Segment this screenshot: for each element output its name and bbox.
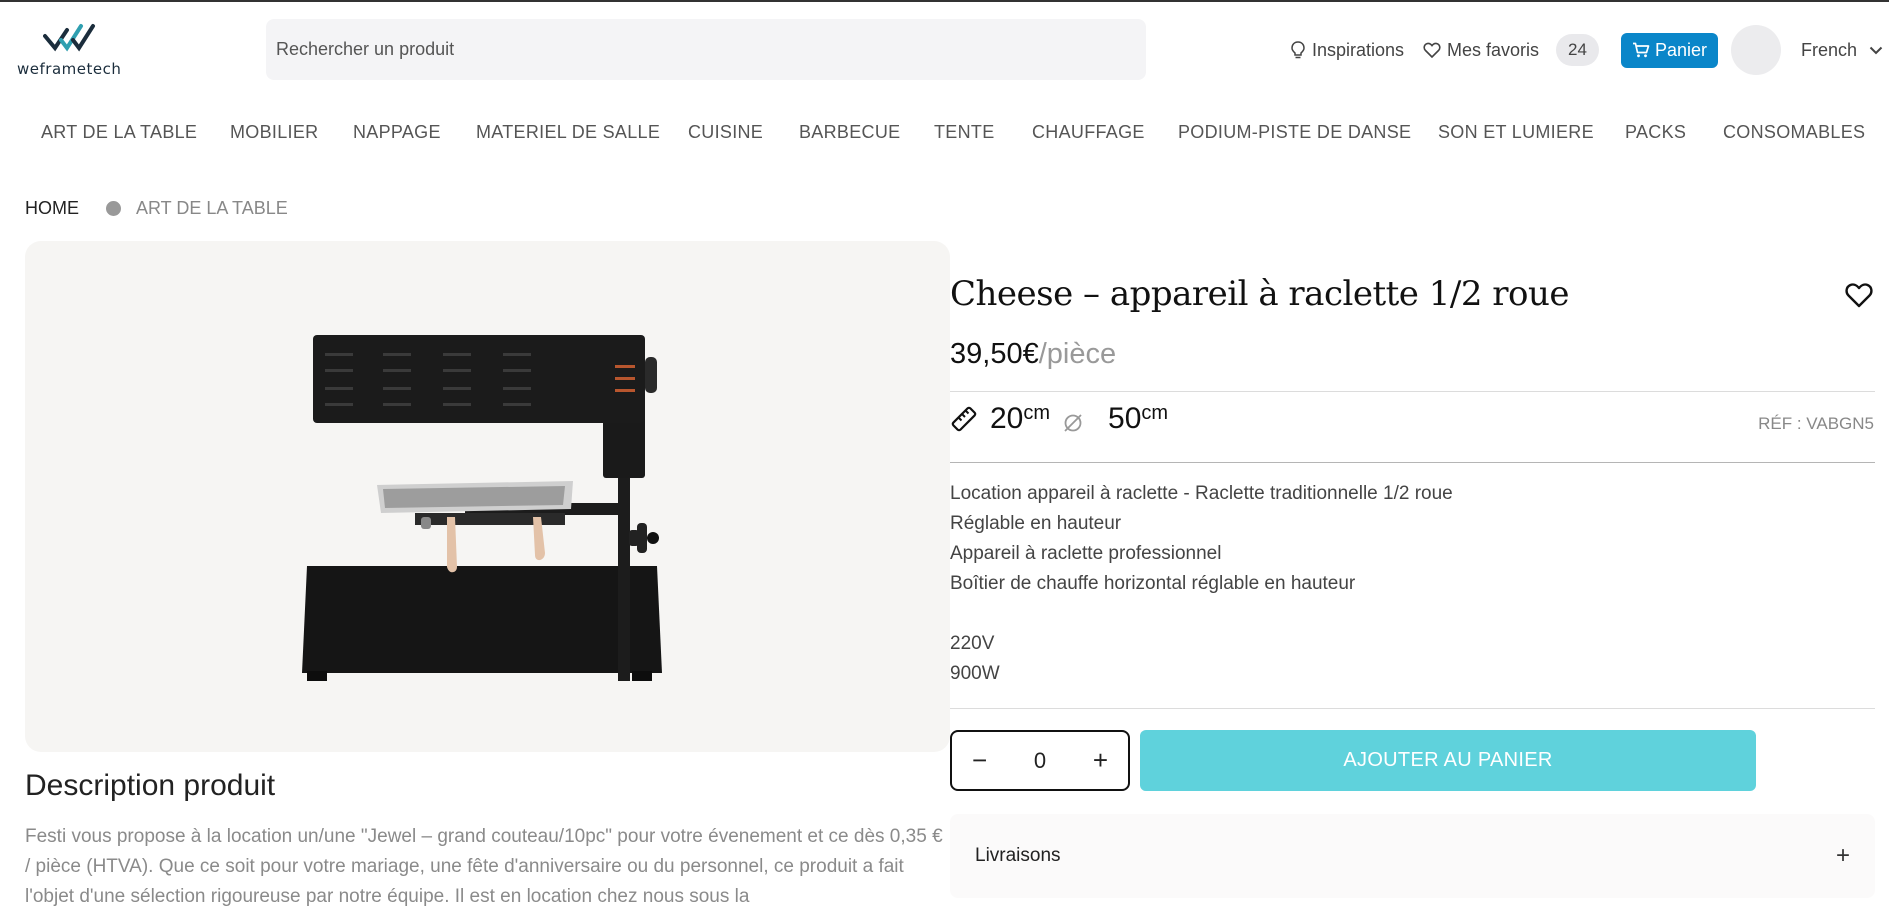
cart-label: Panier <box>1655 39 1708 60</box>
heart-icon <box>1423 42 1441 58</box>
favorites-label: Mes favoris <box>1447 39 1540 60</box>
spec-voltage: 220V <box>950 633 995 654</box>
description-body: Festi vous propose à la location un/une … <box>25 826 943 907</box>
feature-line: Appareil à raclette professionnel <box>950 543 1222 564</box>
inspirations-link[interactable]: Inspirations <box>1290 32 1404 68</box>
breadcrumb-home[interactable]: HOME <box>25 198 79 219</box>
ruler-icon <box>951 406 977 432</box>
logo-text: weframetech <box>17 60 122 78</box>
divider <box>950 391 1875 392</box>
category-tente[interactable]: TENTE <box>934 122 995 143</box>
description-title: Description produit <box>25 769 276 802</box>
avatar[interactable] <box>1731 25 1781 75</box>
expand-icon: + <box>1835 842 1850 869</box>
add-to-cart-button[interactable]: AJOUTER AU PANIER <box>1140 730 1756 791</box>
quantity-value[interactable]: 0 <box>1034 748 1046 774</box>
category-packs[interactable]: PACKS <box>1625 122 1686 143</box>
add-to-favorites-button[interactable] <box>1845 282 1873 313</box>
diameter-icon <box>1064 414 1082 432</box>
search-input[interactable] <box>276 39 1146 60</box>
lightbulb-icon <box>1291 41 1305 59</box>
breadcrumb: HOME ART DE LA TABLE <box>25 198 288 219</box>
breadcrumb-separator <box>106 201 121 216</box>
product-price: 39,50€/pièce <box>950 338 1116 371</box>
increase-quantity-button[interactable]: + <box>1093 745 1108 776</box>
language-label: French <box>1801 39 1858 60</box>
site-header: weframetech Inspirations Mes favoris 24 <box>0 2 1889 97</box>
category-son-et-lumiere[interactable]: SON ET LUMIERE <box>1438 122 1594 143</box>
product-title: Cheese – appareil à raclette 1/2 roue <box>950 274 1570 314</box>
feature-line: Réglable en hauteur <box>950 513 1122 534</box>
product-dimensions: 20 cm 50 cm <box>950 402 1168 436</box>
length-value: 20 <box>990 402 1024 435</box>
category-art-de-la-table[interactable]: ART DE LA TABLE <box>41 122 197 143</box>
diameter-value: 50 <box>1108 402 1142 435</box>
raclette-machine-image <box>302 335 662 681</box>
cart-button[interactable]: Panier <box>1621 32 1719 68</box>
category-nappage[interactable]: NAPPAGE <box>353 122 441 143</box>
price-amount: 39,50€ <box>950 338 1039 370</box>
category-chauffage[interactable]: CHAUFFAGE <box>1032 122 1145 143</box>
inspirations-label: Inspirations <box>1312 39 1405 60</box>
decrease-quantity-button[interactable]: − <box>972 745 987 776</box>
logo[interactable]: weframetech <box>17 22 127 80</box>
spec-power: 900W <box>950 663 1000 684</box>
chevron-down-icon <box>1869 46 1883 54</box>
favorites-link[interactable]: Mes favoris <box>1423 32 1539 68</box>
quantity-stepper: − 0 + <box>950 730 1130 791</box>
breadcrumb-current[interactable]: ART DE LA TABLE <box>136 198 288 219</box>
category-cuisine[interactable]: CUISINE <box>688 122 763 143</box>
divider <box>950 462 1875 463</box>
favorites-count-badge: 24 <box>1556 34 1599 66</box>
feature-line: Boîtier de chauffe horizontal réglable e… <box>950 573 1356 594</box>
heart-icon <box>1845 283 1873 308</box>
feature-line: Location appareil à raclette - Raclette … <box>950 483 1453 504</box>
diameter-unit: cm <box>1141 401 1169 424</box>
cart-icon <box>1633 42 1650 58</box>
category-nav: ART DE LA TABLE MOBILIER NAPPAGE MATERIE… <box>0 122 1889 150</box>
category-barbecue[interactable]: BARBECUE <box>799 122 900 143</box>
category-materiel-de-salle[interactable]: MATERIEL DE SALLE <box>476 122 660 143</box>
length-unit: cm <box>1023 401 1051 424</box>
price-unit: /pièce <box>1038 338 1117 370</box>
accordion-livraisons[interactable]: Livraisons + <box>950 814 1875 898</box>
search-bar[interactable] <box>266 19 1146 80</box>
category-mobilier[interactable]: MOBILIER <box>230 122 318 143</box>
divider <box>950 708 1875 709</box>
accordion-label: Livraisons <box>975 845 1061 866</box>
category-consomables[interactable]: CONSOMABLES <box>1723 122 1865 143</box>
language-selector[interactable]: French <box>1801 40 1883 61</box>
logo-mark-icon <box>43 24 95 52</box>
category-podium[interactable]: PODIUM-PISTE DE DANSE <box>1178 122 1411 143</box>
product-reference: RÉF : VABGN5 <box>1758 414 1874 433</box>
product-image <box>25 241 950 752</box>
